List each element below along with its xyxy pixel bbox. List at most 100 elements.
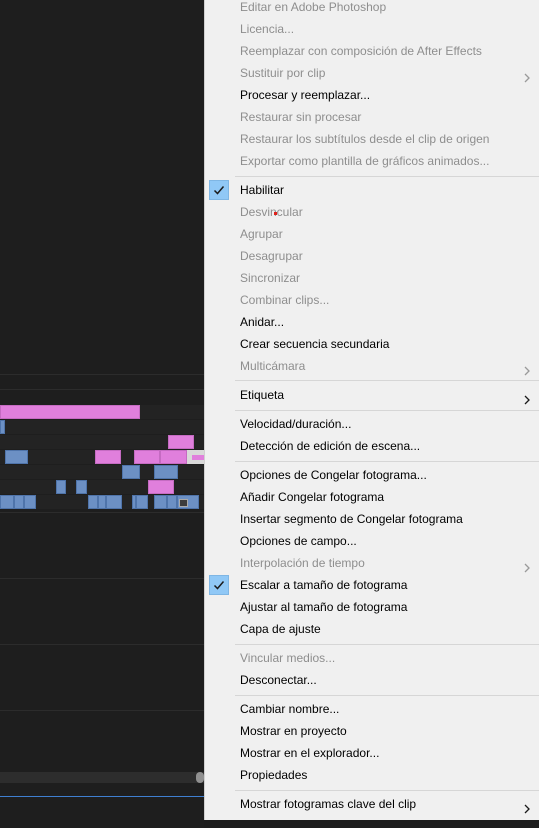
menu-item-label: Añadir Congelar fotograma — [240, 490, 385, 504]
fx-badge-icon — [179, 499, 188, 507]
menu-item-label: Restaurar sin procesar — [240, 110, 362, 124]
timeline-clip[interactable] — [0, 420, 5, 434]
timeline-clip[interactable] — [106, 495, 122, 509]
menu-item-habilitar[interactable]: Habilitar — [205, 179, 539, 201]
timeline-clip[interactable] — [122, 465, 140, 479]
menu-item-capa-de-ajuste[interactable]: Capa de ajuste — [205, 618, 539, 640]
timeline-clip[interactable] — [24, 495, 36, 509]
menu-item-sincronizar[interactable]: Sincronizar — [205, 267, 539, 289]
timeline-clip[interactable] — [136, 495, 148, 509]
timeline-clip[interactable] — [0, 405, 140, 419]
timeline-clip[interactable] — [56, 480, 66, 494]
menu-item-multicamara[interactable]: Multicámara — [205, 355, 539, 377]
menu-item-sustituir-por-clip[interactable]: Sustituir por clip — [205, 62, 539, 84]
menu-item-deteccion-de-edicion-de-escena[interactable]: Detección de edición de escena... — [205, 435, 539, 457]
menu-item-interpolacion-de-tiempo[interactable]: Interpolación de tiempo — [205, 552, 539, 574]
track-divider — [0, 578, 204, 579]
menu-item-label: Capa de ajuste — [240, 622, 321, 636]
menu-item-anidar[interactable]: Anidar... — [205, 311, 539, 333]
menu-item-velocidad-duracion[interactable]: Velocidad/duración... — [205, 413, 539, 435]
timeline-clip[interactable] — [0, 495, 14, 509]
menu-item-opciones-de-campo[interactable]: Opciones de campo... — [205, 530, 539, 552]
chevron-right-icon — [523, 558, 531, 573]
timeline-clip[interactable] — [160, 450, 187, 464]
timeline-clip[interactable] — [134, 450, 160, 464]
scrollbar-handle[interactable] — [196, 772, 204, 783]
menu-item-label: Crear secuencia secundaria — [240, 337, 390, 351]
playhead-line — [0, 796, 204, 797]
menu-item-escalar-a-tamano-de-fotograma[interactable]: Escalar a tamaño de fotograma — [205, 574, 539, 596]
menu-item-cambiar-nombre[interactable]: Cambiar nombre... — [205, 698, 539, 720]
menu-item-label: Mostrar fotogramas clave del clip — [240, 797, 417, 811]
timeline-clip[interactable] — [95, 450, 121, 464]
timeline-clip[interactable] — [98, 495, 106, 509]
menu-item-label: Propiedades — [240, 768, 308, 782]
menu-item-licencia[interactable]: Licencia... — [205, 18, 539, 40]
menu-separator — [235, 380, 539, 381]
menu-item-desagrupar[interactable]: Desagrupar — [205, 245, 539, 267]
menu-item-vincular-medios[interactable]: Vincular medios... — [205, 647, 539, 669]
timeline-clip[interactable] — [154, 465, 178, 479]
menu-item-reemplazar-con-composicion-de-after-effects[interactable]: Reemplazar con composición de After Effe… — [205, 40, 539, 62]
timeline-clip[interactable] — [148, 480, 174, 494]
track-divider — [0, 512, 204, 513]
menu-item-mostrar-fotogramas-clave-del-clip[interactable]: Mostrar fotogramas clave del clip — [205, 793, 539, 815]
menu-item-label: Opciones de campo... — [240, 534, 357, 548]
menu-item-label: Habilitar — [240, 183, 285, 197]
menu-item-label: Exportar como plantilla de gráficos anim… — [240, 154, 490, 168]
menu-item-label: Cambiar nombre... — [240, 702, 340, 716]
menu-item-label: Desvincular — [240, 205, 303, 219]
menu-separator — [235, 644, 539, 645]
menu-separator — [235, 790, 539, 791]
menu-item-restaurar-los-subtitulos-desde-el-clip-de-origen[interactable]: Restaurar los subtítulos desde el clip d… — [205, 128, 539, 150]
menu-item-label: Reemplazar con composición de After Effe… — [240, 44, 482, 58]
menu-item-label: Opciones de Congelar fotograma... — [240, 468, 427, 482]
timeline-clip[interactable] — [167, 495, 177, 509]
menu-item-label: Sincronizar — [240, 271, 301, 285]
timeline-scrollbar[interactable] — [0, 772, 204, 783]
menu-item-agrupar[interactable]: Agrupar — [205, 223, 539, 245]
chevron-right-icon — [523, 68, 531, 83]
menu-item-etiqueta[interactable]: Etiqueta — [205, 384, 539, 406]
menu-item-crear-secuencia-secundaria[interactable]: Crear secuencia secundaria — [205, 333, 539, 355]
menu-item-propiedades[interactable]: Propiedades — [205, 764, 539, 786]
menu-separator — [235, 176, 539, 177]
menu-item-mostrar-en-el-explorador[interactable]: Mostrar en el explorador... — [205, 742, 539, 764]
menu-item-label: Combinar clips... — [240, 293, 330, 307]
menu-item-mostrar-en-proyecto[interactable]: Mostrar en proyecto — [205, 720, 539, 742]
menu-separator — [235, 410, 539, 411]
menu-item-label: Anidar... — [240, 315, 285, 329]
menu-item-desconectar[interactable]: Desconectar... — [205, 669, 539, 691]
menu-item-desvincular[interactable]: Desvincular — [205, 201, 539, 223]
menu-item-restaurar-sin-procesar[interactable]: Restaurar sin procesar — [205, 106, 539, 128]
mouse-cursor-marker — [274, 212, 277, 215]
menu-item-label: Escalar a tamaño de fotograma — [240, 578, 408, 592]
menu-item-opciones-de-congelar-fotograma[interactable]: Opciones de Congelar fotograma... — [205, 464, 539, 486]
menu-item-procesar-y-reemplazar[interactable]: Procesar y reemplazar... — [205, 84, 539, 106]
menu-item-ajustar-al-tamano-de-fotograma[interactable]: Ajustar al tamaño de fotograma — [205, 596, 539, 618]
menu-item-combinar-clips[interactable]: Combinar clips... — [205, 289, 539, 311]
timeline-clip[interactable] — [14, 495, 24, 509]
track-divider — [0, 374, 204, 375]
timeline-clip[interactable] — [154, 495, 167, 509]
menu-item-label: Licencia... — [240, 22, 295, 36]
menu-item-label: Interpolación de tiempo — [240, 556, 365, 570]
timeline-clip[interactable] — [192, 455, 204, 460]
menu-item-anadir-congelar-fotograma[interactable]: Añadir Congelar fotograma — [205, 486, 539, 508]
timeline-clip[interactable] — [76, 480, 87, 494]
menu-item-label: Velocidad/duración... — [240, 417, 352, 431]
menu-item-label: Ajustar al tamaño de fotograma — [240, 600, 408, 614]
menu-item-exportar-como-plantilla-de-graficos-animados[interactable]: Exportar como plantilla de gráficos anim… — [205, 150, 539, 172]
menu-item-editar-en-adobe-photoshop[interactable]: Editar en Adobe Photoshop — [205, 0, 539, 18]
check-icon — [209, 180, 229, 200]
timeline-clip[interactable] — [168, 435, 194, 449]
timeline-clip[interactable] — [88, 495, 98, 509]
menu-item-label: Detección de edición de escena... — [240, 439, 421, 453]
menu-item-label: Editar en Adobe Photoshop — [240, 0, 387, 14]
clip-context-menu: Editar en Adobe Photoshop Licencia... Reem… — [204, 0, 539, 820]
menu-item-label: Etiqueta — [240, 388, 285, 402]
menu-item-label: Insertar segmento de Congelar fotograma — [240, 512, 463, 526]
menu-item-insertar-segmento-de-congelar-fotograma[interactable]: Insertar segmento de Congelar fotograma — [205, 508, 539, 530]
menu-item-label: Vincular medios... — [240, 651, 336, 665]
timeline-clip[interactable] — [5, 450, 28, 464]
